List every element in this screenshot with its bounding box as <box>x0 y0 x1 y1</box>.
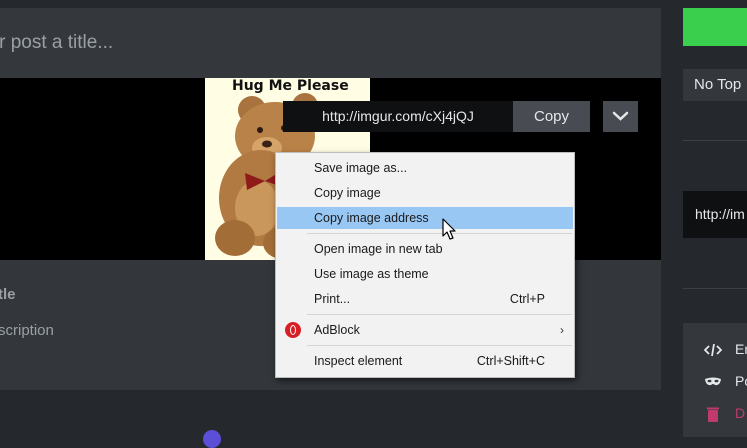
menu-item-label: AdBlock <box>314 323 360 337</box>
code-icon <box>704 343 722 357</box>
post-options-panel: En Po D <box>683 323 747 437</box>
image-url-field[interactable]: http://imgur.com/cXj4jQJ <box>283 101 513 132</box>
menu-item-copy-image-address[interactable]: Copy image address <box>277 207 573 229</box>
menu-item-label: Print... <box>314 292 351 306</box>
menu-item-open-image-new-tab[interactable]: Open image in new tab <box>277 238 573 260</box>
option-label: Po <box>735 373 747 389</box>
avatar[interactable] <box>203 430 221 448</box>
adblock-icon <box>285 322 301 338</box>
image-options-dropdown-button[interactable] <box>603 101 638 132</box>
menu-separator <box>307 314 572 315</box>
mask-icon <box>705 377 721 386</box>
chevron-right-icon: › <box>560 323 564 337</box>
trash-icon <box>707 407 719 422</box>
topic-select[interactable]: No Top <box>683 69 747 101</box>
copy-button[interactable]: Copy <box>513 101 590 132</box>
menu-item-adblock[interactable]: AdBlock › <box>277 319 573 341</box>
menu-item-use-image-as-theme[interactable]: Use image as theme <box>277 263 573 285</box>
menu-item-label: Use image as theme <box>314 267 429 281</box>
menu-item-label: Inspect element <box>314 354 403 368</box>
image-title-input[interactable]: tle <box>0 286 16 303</box>
chevron-down-icon <box>612 111 629 121</box>
menu-item-shortcut: Ctrl+P <box>509 292 545 306</box>
hidden-post-option[interactable]: Po <box>683 370 747 394</box>
image-description-input[interactable]: scription <box>0 322 54 339</box>
post-title-input[interactable]: our post a title... <box>0 8 661 78</box>
option-label: En <box>735 341 747 357</box>
mouse-cursor-icon <box>442 218 456 240</box>
menu-item-label: Copy image <box>314 186 381 200</box>
menu-item-copy-image[interactable]: Copy image <box>277 182 573 204</box>
menu-item-label: Copy image address <box>314 211 429 225</box>
menu-item-label: Open image in new tab <box>314 242 443 256</box>
menu-item-shortcut: Ctrl+Shift+C <box>476 354 545 368</box>
menu-separator <box>307 233 572 234</box>
menu-item-label: Save image as... <box>314 161 408 175</box>
menu-item-print[interactable]: Print... Ctrl+P <box>277 288 573 310</box>
embed-option[interactable]: En <box>683 338 747 362</box>
menu-item-save-image-as[interactable]: Save image as... <box>277 157 573 179</box>
menu-item-inspect-element[interactable]: Inspect element Ctrl+Shift+C <box>277 350 573 372</box>
sidebar-divider <box>683 288 747 289</box>
option-label: D <box>735 405 746 421</box>
publish-button[interactable] <box>683 8 747 46</box>
context-menu: Save image as... Copy image Copy image a… <box>275 152 575 378</box>
sidebar-divider <box>683 140 747 141</box>
share-url-field[interactable]: http://im <box>683 191 747 238</box>
menu-separator <box>307 345 572 346</box>
delete-option[interactable]: D <box>683 402 747 426</box>
